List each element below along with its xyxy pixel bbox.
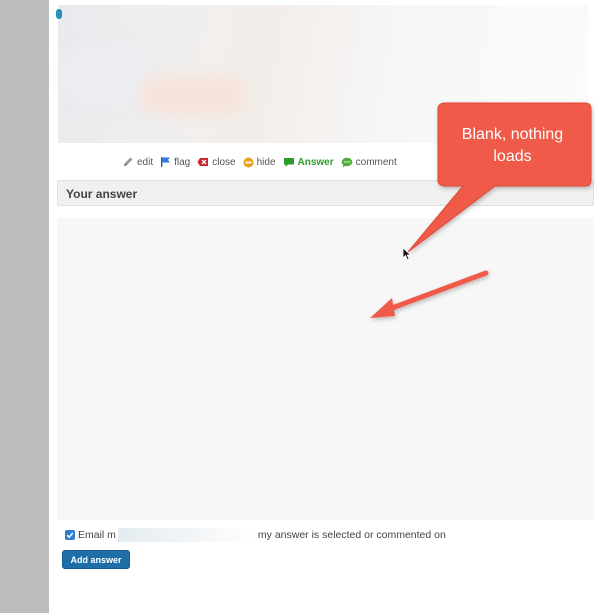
close-action[interactable]: close	[197, 156, 236, 168]
comment-icon	[341, 157, 352, 167]
edit-action[interactable]: edit	[122, 156, 153, 168]
checkmark-icon	[66, 532, 74, 539]
comment-action[interactable]: comment	[341, 157, 397, 168]
email-label-prefix: Email m	[78, 529, 116, 541]
close-icon	[197, 158, 209, 166]
question-image-blurred	[56, 5, 588, 143]
hide-label: hide	[256, 156, 276, 168]
email-label-suffix: my answer is selected or commented on	[257, 529, 446, 541]
flag-icon	[161, 157, 171, 167]
question-actions: edit flag close hide Answer comment	[122, 154, 404, 170]
question-dot	[56, 9, 62, 19]
hide-icon	[243, 157, 254, 167]
flag-label: flag	[174, 156, 191, 168]
answer-label: Answer	[297, 156, 334, 168]
redacted-email	[117, 528, 256, 542]
callout-text: Blank, nothing loads	[440, 124, 585, 168]
comment-label: comment	[355, 156, 397, 168]
your-answer-header: Your answer	[57, 180, 594, 206]
blur-shape	[138, 75, 248, 115]
close-label: close	[212, 156, 236, 168]
your-answer-title: Your answer	[66, 187, 138, 201]
hide-action[interactable]: hide	[243, 157, 276, 168]
callout-line2: loads	[493, 148, 532, 165]
callout-line1: Blank, nothing	[461, 126, 564, 143]
mouse-cursor-icon	[402, 247, 412, 261]
add-answer-button[interactable]: Add answer	[62, 550, 130, 569]
answer-editor-blank[interactable]	[57, 218, 594, 520]
pencil-icon	[124, 157, 133, 166]
email-notify-row: Email m my answer is selected or comment…	[65, 528, 446, 542]
flag-action[interactable]: flag	[160, 156, 190, 168]
left-gutter	[0, 0, 49, 613]
answer-action[interactable]: Answer	[283, 157, 334, 168]
email-checkbox[interactable]	[65, 530, 75, 540]
edit-label: edit	[137, 156, 154, 168]
answer-icon	[283, 157, 294, 167]
